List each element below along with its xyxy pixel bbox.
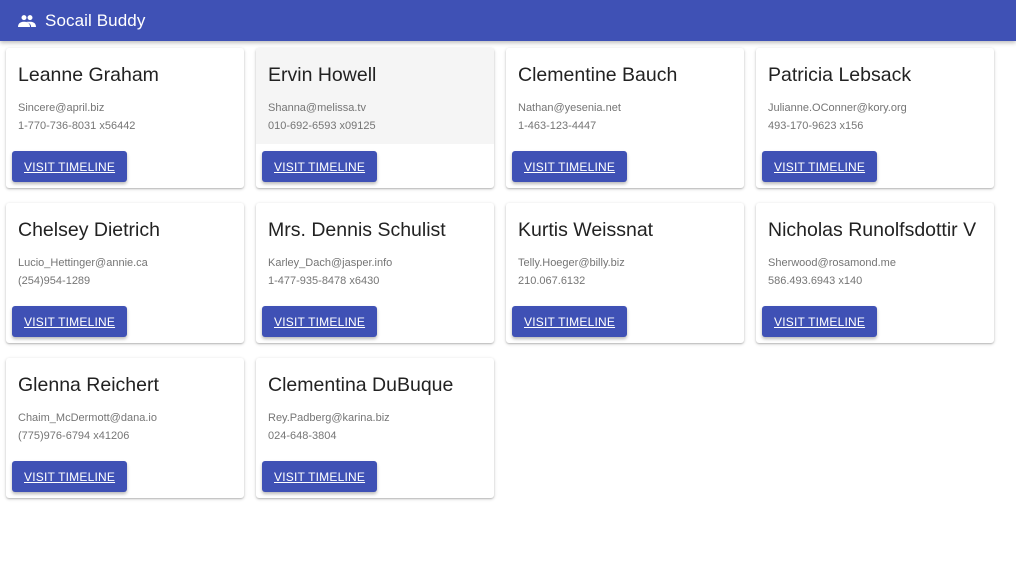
user-card: Mrs. Dennis Schulist Karley_Dach@jasper.… xyxy=(256,203,494,343)
user-card-content[interactable]: Mrs. Dennis Schulist Karley_Dach@jasper.… xyxy=(256,203,494,299)
visit-timeline-button[interactable]: VISIT TIMELINE xyxy=(12,151,128,182)
user-card-content[interactable]: Kurtis Weissnat Telly.Hoeger@billy.biz 2… xyxy=(506,203,744,299)
user-card-content[interactable]: Glenna Reichert Chaim_McDermott@dana.io … xyxy=(6,358,244,454)
user-email: Lucio_Hettinger@annie.ca xyxy=(18,257,148,269)
user-phone: 586.493.6943 x140 xyxy=(768,275,863,287)
visit-timeline-button[interactable]: VISIT TIMELINE xyxy=(512,151,628,182)
user-phone: 1-463-123-4447 xyxy=(518,120,597,132)
user-card-grid: Leanne Graham Sincere@april.biz 1-770-73… xyxy=(6,48,994,498)
user-email: Nathan@yesenia.net xyxy=(518,102,621,114)
user-email: Julianne.OConner@kory.org xyxy=(768,102,907,114)
user-card-content[interactable]: Clementina DuBuque Rey.Padberg@karina.bi… xyxy=(256,358,494,454)
visit-timeline-button[interactable]: VISIT TIMELINE xyxy=(12,306,128,337)
user-card-content[interactable]: Chelsey Dietrich Lucio_Hettinger@annie.c… xyxy=(6,203,244,299)
people-icon xyxy=(18,14,36,28)
visit-timeline-button[interactable]: VISIT TIMELINE xyxy=(262,151,378,182)
user-card: Leanne Graham Sincere@april.biz 1-770-73… xyxy=(6,48,244,188)
user-email: Rey.Padberg@karina.biz xyxy=(268,412,390,424)
user-name: Ervin Howell xyxy=(268,64,377,86)
user-card-content[interactable]: Nicholas Runolfsdottir V Sherwood@rosamo… xyxy=(756,203,994,299)
user-phone: 1-770-736-8031 x56442 xyxy=(18,120,136,132)
visit-timeline-button[interactable]: VISIT TIMELINE xyxy=(262,461,378,492)
visit-timeline-button[interactable]: VISIT TIMELINE xyxy=(762,306,878,337)
user-card: Clementina DuBuque Rey.Padberg@karina.bi… xyxy=(256,358,494,498)
user-phone: 024-648-3804 xyxy=(268,430,337,442)
user-phone: 1-477-935-8478 x6430 xyxy=(268,275,380,287)
user-phone: 493-170-9623 x156 xyxy=(768,120,864,132)
visit-timeline-button[interactable]: VISIT TIMELINE xyxy=(762,151,878,182)
user-card-content[interactable]: Leanne Graham Sincere@april.biz 1-770-73… xyxy=(6,48,244,144)
user-email: Telly.Hoeger@billy.biz xyxy=(518,257,625,269)
user-card: Nicholas Runolfsdottir V Sherwood@rosamo… xyxy=(756,203,994,343)
user-email: Sincere@april.biz xyxy=(18,102,105,114)
user-name: Nicholas Runolfsdottir V xyxy=(768,219,977,241)
user-name: Clementine Bauch xyxy=(518,64,678,86)
user-card: Glenna Reichert Chaim_McDermott@dana.io … xyxy=(6,358,244,498)
user-card-content[interactable]: Clementine Bauch Nathan@yesenia.net 1-46… xyxy=(506,48,744,144)
user-name: Kurtis Weissnat xyxy=(518,219,654,241)
user-email: Karley_Dach@jasper.info xyxy=(268,257,393,269)
user-name: Leanne Graham xyxy=(18,64,159,86)
user-name: Mrs. Dennis Schulist xyxy=(268,219,446,241)
visit-timeline-button[interactable]: VISIT TIMELINE xyxy=(12,461,128,492)
app-bar: Socail Buddy xyxy=(0,0,1016,41)
user-card: Clementine Bauch Nathan@yesenia.net 1-46… xyxy=(506,48,744,188)
visit-timeline-button[interactable]: VISIT TIMELINE xyxy=(262,306,378,337)
user-name: Clementina DuBuque xyxy=(268,374,454,396)
user-card-content[interactable]: Ervin Howell Shanna@melissa.tv 010-692-6… xyxy=(256,48,494,144)
user-phone: (775)976-6794 x41206 xyxy=(18,430,130,442)
user-card: Patricia Lebsack Julianne.OConner@kory.o… xyxy=(756,48,994,188)
user-phone: (254)954-1289 xyxy=(18,275,91,287)
app-title: Socail Buddy xyxy=(45,10,146,30)
user-name: Chelsey Dietrich xyxy=(18,219,160,241)
visit-timeline-button[interactable]: VISIT TIMELINE xyxy=(512,306,628,337)
user-card: Kurtis Weissnat Telly.Hoeger@billy.biz 2… xyxy=(506,203,744,343)
user-email: Sherwood@rosamond.me xyxy=(768,257,896,269)
user-name: Patricia Lebsack xyxy=(768,64,912,86)
user-phone: 210.067.6132 xyxy=(518,275,586,287)
user-phone: 010-692-6593 x09125 xyxy=(268,120,376,132)
user-card-content[interactable]: Patricia Lebsack Julianne.OConner@kory.o… xyxy=(756,48,994,144)
user-name: Glenna Reichert xyxy=(18,374,159,396)
user-email: Chaim_McDermott@dana.io xyxy=(18,412,157,424)
user-card: Chelsey Dietrich Lucio_Hettinger@annie.c… xyxy=(6,203,244,343)
user-card: Ervin Howell Shanna@melissa.tv 010-692-6… xyxy=(256,48,494,188)
user-email: Shanna@melissa.tv xyxy=(268,102,366,114)
